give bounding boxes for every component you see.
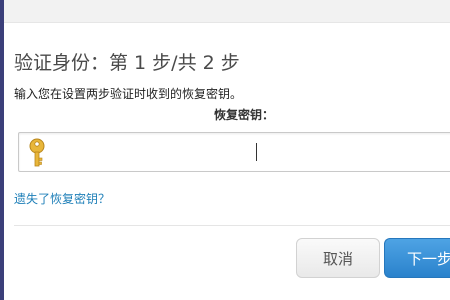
recovery-key-label: 恢复密钥： — [214, 108, 275, 122]
text-caret — [256, 143, 257, 161]
recovery-key-input[interactable] — [55, 137, 449, 169]
page-title: 验证身份：第 1 步/共 2 步 — [14, 52, 240, 74]
lost-recovery-key-link[interactable]: 遗失了恢复密钥？ — [14, 190, 110, 207]
next-button[interactable]: 下一步 — [384, 238, 450, 278]
instruction-text: 输入您在设置两步验证时收到的恢复密钥。 — [14, 87, 243, 101]
cancel-button[interactable]: 取消 — [296, 238, 380, 278]
verification-dialog: 验证身份：第 1 步/共 2 步 输入您在设置两步验证时收到的恢复密钥。 恢复密… — [0, 0, 450, 300]
dialog-top-bar — [4, 0, 450, 23]
recovery-key-field[interactable] — [18, 132, 450, 172]
key-icon — [29, 138, 45, 167]
divider — [14, 225, 450, 226]
